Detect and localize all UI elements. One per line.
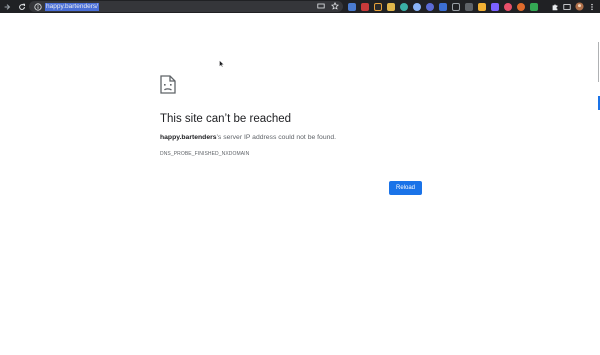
- extension-icon[interactable]: [452, 2, 460, 11]
- extension-icon[interactable]: [465, 2, 473, 11]
- forward-icon: [4, 3, 11, 10]
- mouse-cursor-icon: [219, 60, 224, 68]
- forward-button[interactable]: [1, 1, 13, 13]
- extension-icon[interactable]: [517, 2, 525, 11]
- bookmark-star-icon[interactable]: [331, 2, 339, 10]
- reload-button[interactable]: [16, 1, 28, 13]
- cast-icon[interactable]: [563, 3, 571, 11]
- cast-icon[interactable]: [317, 2, 325, 10]
- error-host: happy.bartenders: [160, 134, 217, 141]
- error-message-text: ’s server IP address could not be found.: [216, 134, 337, 141]
- extension-icon[interactable]: [374, 2, 382, 11]
- reload-page-button[interactable]: Reload: [389, 181, 422, 195]
- scrollbar-track[interactable]: [598, 42, 599, 82]
- error-title: This site can’t be reached: [160, 113, 292, 125]
- extension-icon[interactable]: [387, 2, 395, 11]
- url-text[interactable]: happy.bartenders/: [45, 2, 99, 11]
- extension-icon[interactable]: [426, 2, 434, 11]
- error-message: happy.bartenders’s server IP address cou…: [160, 134, 336, 141]
- browser-toolbar: happy.bartenders/: [0, 0, 600, 13]
- extension-icon[interactable]: [530, 2, 538, 11]
- extension-icon[interactable]: [361, 2, 369, 11]
- toolbar-end: [551, 2, 596, 11]
- extension-icon[interactable]: [439, 2, 447, 11]
- sad-page-icon: [160, 75, 176, 94]
- extension-icon[interactable]: [400, 2, 408, 11]
- error-code: DNS_PROBE_FINISHED_NXDOMAIN: [160, 151, 250, 157]
- more-menu-icon[interactable]: [588, 3, 596, 11]
- address-bar[interactable]: happy.bartenders/: [29, 1, 343, 12]
- extensions-bar: [348, 2, 538, 11]
- profile-avatar-icon[interactable]: [575, 2, 584, 11]
- extension-icon[interactable]: [491, 2, 499, 11]
- extensions-puzzle-icon[interactable]: [551, 3, 559, 11]
- info-icon[interactable]: [33, 2, 42, 11]
- extension-icon[interactable]: [478, 2, 486, 11]
- extension-icon[interactable]: [413, 2, 421, 11]
- reload-icon: [19, 3, 26, 10]
- extension-icon[interactable]: [504, 2, 512, 11]
- extension-icon[interactable]: [348, 2, 356, 11]
